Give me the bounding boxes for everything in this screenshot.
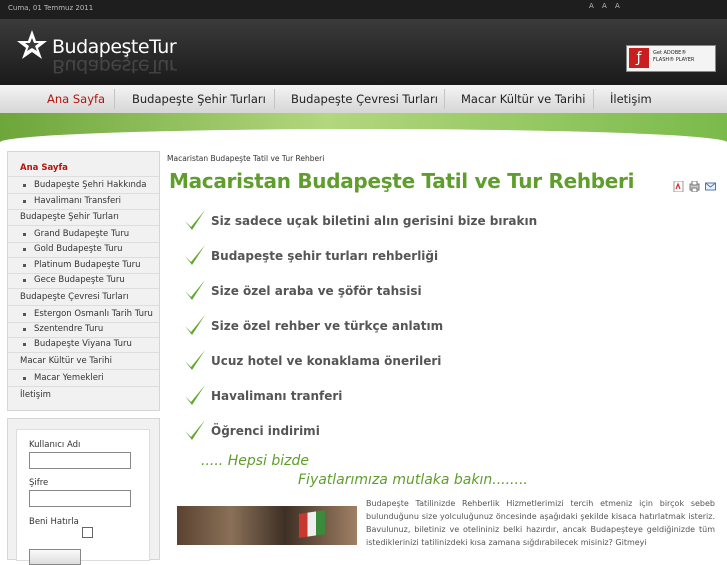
font-size-controls[interactable]: A A A bbox=[589, 2, 623, 10]
sidebar-item-cevresi-turlari[interactable]: Budapeşte Çevresi Turları bbox=[8, 289, 159, 306]
sidebar-item-iletisim[interactable]: İletişim bbox=[8, 387, 159, 403]
login-form: Kullanıcı Adı Şifre Beni Hatırla bbox=[16, 429, 150, 565]
sidebar-item-kultur-tarihi[interactable]: Macar Kültür ve Tarihi bbox=[8, 353, 159, 370]
nav-divider bbox=[114, 89, 115, 109]
bullet-icon bbox=[23, 184, 26, 187]
page-title: Macaristan Budapeşte Tatil ve Tur Rehber… bbox=[169, 169, 635, 193]
feature-item: Siz sadece uçak biletini alın gerisini b… bbox=[211, 214, 538, 228]
bullet-icon bbox=[23, 248, 26, 251]
band-curve bbox=[0, 129, 727, 145]
email-icon[interactable] bbox=[705, 177, 716, 191]
checkmark-icon bbox=[185, 280, 205, 300]
tagline-hepsi-bizde: ..... Hepsi bizde bbox=[201, 453, 309, 469]
bullet-icon bbox=[23, 279, 26, 282]
print-icon[interactable] bbox=[689, 177, 700, 193]
remember-me-checkbox[interactable] bbox=[82, 527, 93, 538]
feature-item: Ucuz hotel ve konaklama önerileri bbox=[211, 354, 442, 368]
username-label: Kullanıcı Adı bbox=[29, 440, 81, 450]
nav-divider bbox=[593, 89, 594, 109]
top-bar: Cuma, 01 Temmuz 2011 A A A bbox=[0, 0, 727, 19]
sidebar-item-havalimani-transferi[interactable]: Havalimanı Transferi bbox=[8, 193, 159, 210]
checkmark-icon bbox=[185, 350, 205, 370]
sidebar-menu: Ana Sayfa Budapeşte Şehri Hakkında Haval… bbox=[7, 151, 160, 411]
feature-item: Öğrenci indirimi bbox=[211, 424, 320, 438]
username-input[interactable] bbox=[29, 452, 131, 469]
breadcrumb[interactable]: Macaristan Budapeşte Tatil ve Tur Rehber… bbox=[167, 154, 324, 163]
flash-badge-text: Get ADOBE® FLASH® PLAYER bbox=[653, 50, 695, 63]
bullet-icon bbox=[23, 328, 26, 331]
checkmark-icon bbox=[185, 420, 205, 440]
sidebar-item-ana-sayfa[interactable]: Ana Sayfa bbox=[8, 160, 159, 177]
remember-me-label: Beni Hatırla bbox=[29, 517, 79, 527]
flash-icon: ƒ bbox=[629, 48, 649, 68]
bullet-icon bbox=[23, 264, 26, 267]
nav-item-sehir-turlari[interactable]: Budapeşte Şehir Turları bbox=[132, 85, 266, 113]
password-label: Şifre bbox=[29, 478, 49, 488]
tagline-fiyatlar: Fiyatlarımıza mutlaka bakın........ bbox=[298, 472, 528, 488]
nav-divider bbox=[444, 89, 445, 109]
star-logo-icon[interactable] bbox=[15, 28, 49, 62]
feature-item: Havalimanı tranferi bbox=[211, 389, 343, 403]
nav-item-cevresi-turlari[interactable]: Budapeşte Çevresi Turları bbox=[291, 85, 438, 113]
pdf-icon[interactable] bbox=[673, 177, 684, 193]
nav-divider bbox=[274, 89, 275, 109]
get-flash-player-badge[interactable]: ƒ Get ADOBE® FLASH® PLAYER bbox=[626, 45, 716, 72]
login-box: Kullanıcı Adı Şifre Beni Hatırla bbox=[7, 418, 160, 565]
current-date: Cuma, 01 Temmuz 2011 bbox=[8, 4, 94, 12]
sidebar-item-viyana-tur[interactable]: Budapeşte Viyana Turu bbox=[8, 336, 159, 353]
bullet-icon bbox=[23, 313, 26, 316]
intro-paragraph: Budapeşte Tatilinizde Rehberlik Hizmetle… bbox=[366, 499, 715, 547]
bullet-icon bbox=[23, 233, 26, 236]
budapest-photo bbox=[177, 506, 357, 545]
logo-reflection: BudapeşteTur bbox=[52, 55, 177, 77]
bullet-icon bbox=[23, 343, 26, 346]
sidebar-item-sehir-turlari[interactable]: Budapeşte Şehir Turları bbox=[8, 209, 159, 226]
feature-item: Budapeşte şehir turları rehberliği bbox=[211, 249, 439, 263]
feature-item: Size özel araba ve şöför tahsisi bbox=[211, 284, 422, 298]
checkmark-icon bbox=[185, 385, 205, 405]
sidebar-item-sehir-hakkinda[interactable]: Budapeşte Şehri Hakkında bbox=[8, 177, 159, 194]
sidebar-item-gece-tur[interactable]: Gece Budapeşte Turu bbox=[8, 272, 159, 289]
bullet-icon bbox=[23, 200, 26, 203]
login-button[interactable] bbox=[29, 549, 81, 565]
hungarian-flag bbox=[299, 510, 325, 538]
checkmark-icon bbox=[185, 245, 205, 265]
checkmark-icon bbox=[185, 315, 205, 335]
bullet-icon bbox=[23, 377, 26, 380]
main-navigation: Ana Sayfa Budapeşte Şehir Turları Budape… bbox=[0, 85, 727, 114]
site-header: BudapeşteTur BudapeşteTur ƒ Get ADOBE® F… bbox=[0, 19, 727, 85]
nav-item-ana-sayfa[interactable]: Ana Sayfa bbox=[47, 85, 105, 113]
password-input[interactable] bbox=[29, 490, 131, 507]
feature-item: Size özel rehber ve türkçe anlatım bbox=[211, 319, 444, 333]
checkmark-icon bbox=[185, 210, 205, 230]
sidebar-item-gold-tur[interactable]: Gold Budapeşte Turu bbox=[8, 241, 159, 258]
nav-item-iletisim[interactable]: İletişim bbox=[610, 85, 652, 113]
sidebar-item-macar-yemekleri[interactable]: Macar Yemekleri bbox=[8, 370, 159, 387]
nav-item-kultur-tarihi[interactable]: Macar Kültür ve Tarihi bbox=[461, 85, 585, 113]
decorative-green-band bbox=[0, 113, 727, 145]
